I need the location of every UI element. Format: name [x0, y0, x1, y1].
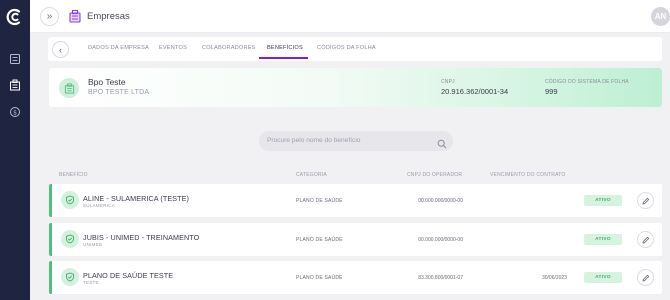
benefit-operator-cnpj: 00.000.000/0000-00	[418, 237, 463, 243]
company-card: Bpo Teste BPO TESTE LTDA CNPJ 20.916.362…	[49, 68, 662, 107]
cnpj-label: CNPJ	[441, 79, 455, 85]
pencil-icon	[641, 231, 650, 249]
expand-sidebar-button[interactable]: »	[40, 7, 59, 26]
svg-text:$: $	[13, 109, 17, 116]
benefit-operator: UNIMED	[83, 242, 103, 247]
money-icon[interactable]: $	[6, 103, 24, 121]
benefit-operator-cnpj: 00.000.000/0000-00	[418, 198, 463, 204]
column-header-category: CATEGORIA	[296, 172, 327, 178]
tabs-bar: ‹ DADOS DA EMPRESA EVENTOS COLABORADORES…	[48, 37, 662, 61]
edit-button[interactable]	[637, 269, 654, 286]
building-icon	[59, 78, 79, 98]
company-name: Bpo Teste	[88, 77, 126, 87]
edit-button[interactable]	[637, 231, 654, 248]
list-icon[interactable]	[6, 50, 24, 68]
cnpj-value: 20.916.362/0001-34	[441, 87, 509, 96]
page-title: Empresas	[87, 11, 130, 22]
edit-button[interactable]	[637, 192, 654, 209]
tab-codigos-da-folha[interactable]: CÓDIGOS DA FOLHA	[317, 45, 376, 51]
search-placeholder: Procure pelo nome do benefício	[267, 137, 361, 144]
shield-check-icon	[61, 191, 79, 209]
column-header-contract-due: VENCIMENTO DO CONTRATO	[490, 172, 566, 178]
chevron-left-icon: ‹	[59, 44, 62, 55]
table-row[interactable]: ALINE - SULAMERICA (TESTE) SULAMERICA PL…	[49, 184, 662, 217]
tab-beneficios[interactable]: BENEFÍCIOS	[267, 45, 303, 51]
benefit-category: PLANO DE SAÚDE	[296, 237, 343, 243]
tab-colaboradores[interactable]: COLABORADORES	[202, 45, 256, 51]
shield-check-icon	[61, 268, 79, 286]
table-row[interactable]: JUBIS - UNIMED - TREINAMENTO UNIMED PLAN…	[49, 223, 662, 256]
pencil-icon	[641, 269, 650, 287]
pencil-icon	[641, 192, 650, 210]
building-icon[interactable]	[6, 76, 24, 94]
search-input[interactable]: Procure pelo nome do benefício	[259, 131, 453, 151]
double-chevron-right-icon: »	[46, 11, 53, 22]
column-header-operator-cnpj: CNPJ DO OPERADOR	[407, 172, 463, 178]
tab-eventos[interactable]: EVENTOS	[159, 45, 187, 51]
benefit-operator-cnpj: 83.300.800/0001-07	[418, 275, 463, 281]
top-bar: » Empresas AN	[30, 0, 670, 33]
payroll-code-label: CÓDIGO DO SISTEMA DE FOLHA	[545, 79, 629, 85]
benefit-name: ALINE - SULAMERICA (TESTE)	[83, 194, 190, 203]
benefit-contract-due: 30/06/2023	[541, 275, 567, 281]
shield-check-icon	[61, 230, 79, 248]
back-button[interactable]: ‹	[52, 41, 69, 58]
status-badge: ATIVO	[584, 272, 622, 283]
search-icon[interactable]	[437, 136, 447, 149]
avatar[interactable]: AN	[651, 7, 670, 26]
status-badge: ATIVO	[584, 195, 622, 206]
app-logo[interactable]	[5, 7, 25, 27]
benefit-category: PLANO DE SAÚDE	[296, 198, 343, 204]
payroll-code-value: 999	[545, 87, 558, 96]
benefit-name: JUBIS - UNIMED - TREINAMENTO	[83, 233, 200, 242]
building-icon	[68, 9, 82, 23]
benefit-name: PLANO DE SAÚDE TESTE	[83, 271, 174, 280]
benefit-operator: SULAMERICA	[83, 203, 115, 208]
tab-dados-da-empresa[interactable]: DADOS DA EMPRESA	[88, 45, 149, 51]
table-row[interactable]: PLANO DE SAÚDE TESTE TESTE PLANO DE SAÚD…	[49, 261, 662, 294]
status-badge: ATIVO	[584, 234, 622, 245]
column-header-benefit: BENEFÍCIO	[59, 172, 88, 178]
active-tab-indicator	[259, 57, 308, 59]
company-legal-name: BPO TESTE LTDA	[88, 89, 150, 96]
sidebar: $	[0, 0, 30, 300]
benefit-category: PLANO DE SAÚDE	[296, 275, 343, 281]
benefit-operator: TESTE	[83, 280, 99, 285]
